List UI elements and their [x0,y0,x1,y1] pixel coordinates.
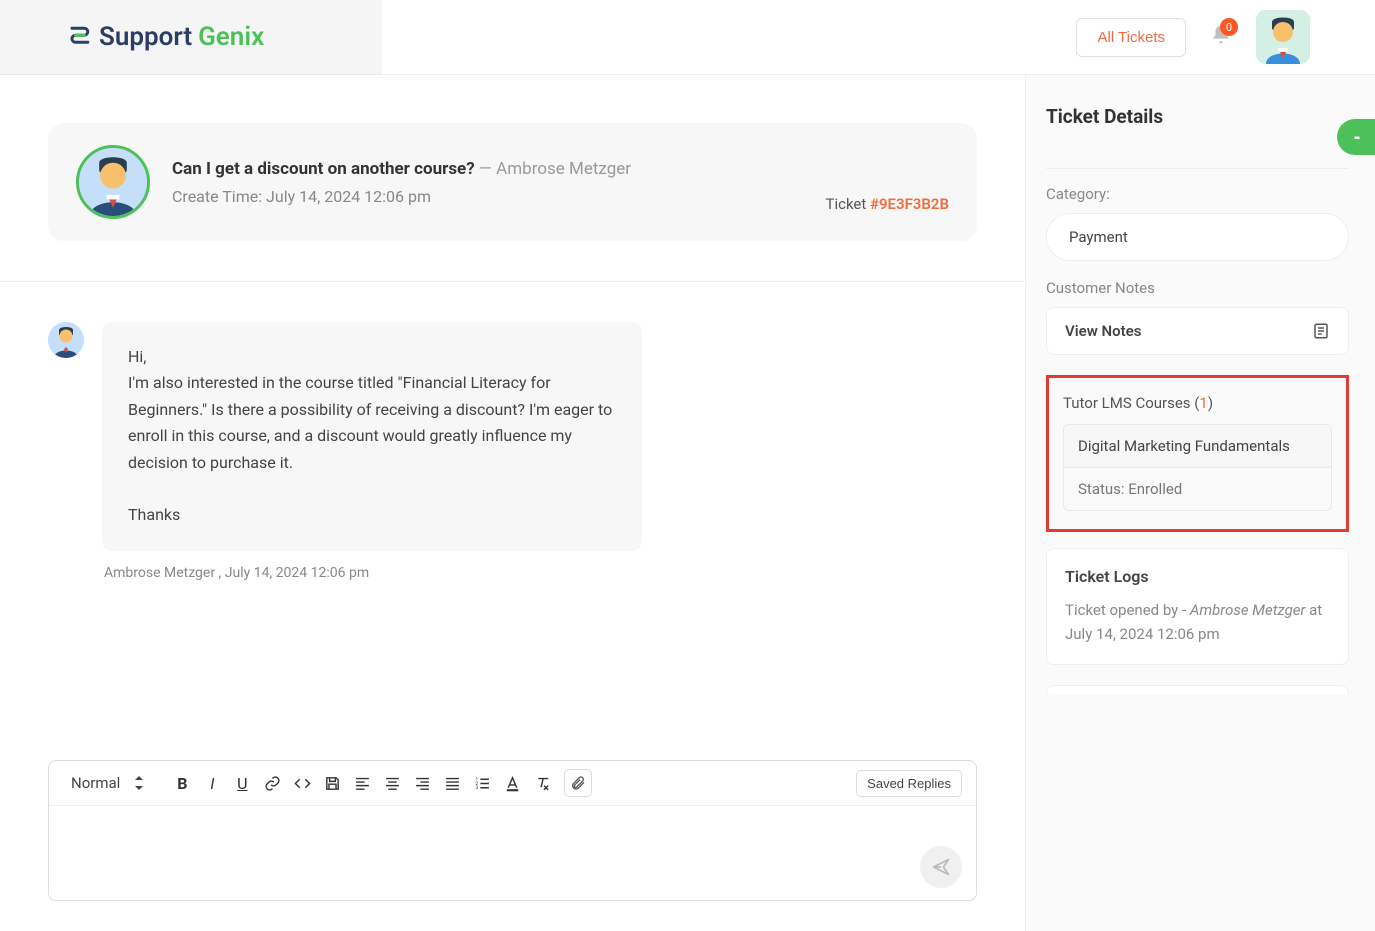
attachment-button[interactable] [564,769,592,797]
ordered-list-icon: 123 [474,775,491,792]
code-button[interactable] [290,771,314,795]
align-center-icon [384,775,401,792]
align-right-icon [414,775,431,792]
notifications-button[interactable]: 0 [1210,24,1232,50]
logo-text-genix: Genix [198,22,264,52]
lms-count: 1 [1199,394,1207,412]
align-left-icon [354,775,371,792]
ticket-content: Can I get a discount on another course? … [0,75,1025,931]
view-notes-button[interactable]: View Notes [1046,307,1349,355]
app-header: Support Genix All Tickets 0 [0,0,1375,75]
ticket-create-time-value: July 14, 2024 12:06 pm [266,187,431,206]
format-select-label: Normal [71,774,120,792]
reply-editor: Normal B I U [48,760,977,901]
align-justify-button[interactable] [440,771,464,795]
ordered-list-button[interactable]: 123 [470,771,494,795]
log-user: Ambrose Metzger [1190,601,1306,619]
avatar-icon [79,148,147,216]
log-entry: Ticket opened by - Ambrose Metzger at Ju… [1065,598,1330,646]
editor-toolbar: Normal B I U [49,761,976,806]
message-avatar [48,322,84,358]
ticket-logs-card: Ticket Logs Ticket opened by - Ambrose M… [1046,548,1349,665]
format-select[interactable]: Normal [63,770,152,796]
svg-text:3: 3 [475,785,478,791]
avatar-icon [48,322,84,358]
align-center-button[interactable] [380,771,404,795]
all-tickets-button[interactable]: All Tickets [1076,18,1186,57]
message-line-1: Hi, [128,344,616,370]
course-name[interactable]: Digital Marketing Fundamentals [1064,425,1331,468]
reply-input[interactable] [49,806,976,896]
message-line-3: Thanks [128,502,616,528]
ticket-create-time-label: Create Time: [172,187,262,206]
sidebar-scroll[interactable]: Category: Payment Customer Notes View No… [1046,168,1355,848]
course-status: Status: Enrolled [1064,468,1331,510]
notification-count-badge: 0 [1220,18,1238,36]
ticket-id-value: #9E3F3B2B [870,195,949,213]
message-row: Hi, I'm also interested in the course ti… [0,282,1025,551]
bold-button[interactable]: B [170,771,194,795]
category-label: Category: [1046,185,1349,203]
link-button[interactable] [260,771,284,795]
ticket-author-name: Ambrose Metzger [496,159,631,179]
app-logo[interactable]: Support Genix [65,22,264,52]
logo-text-support: Support [99,22,192,52]
align-left-button[interactable] [350,771,374,795]
avatar-icon [1256,10,1310,64]
log-prefix: Ticket opened by - [1065,601,1190,619]
saved-replies-button[interactable]: Saved Replies [856,770,962,797]
italic-button[interactable]: I [200,771,224,795]
save-button[interactable] [320,771,344,795]
header-right: All Tickets 0 [1076,10,1375,64]
text-color-button[interactable] [500,771,524,795]
lms-title: Tutor LMS Courses (1) [1063,394,1332,412]
ticket-details-sidebar: Ticket Details - Category: Payment Custo… [1025,75,1375,931]
ticket-header-card: Can I get a discount on another course? … [48,123,977,241]
underline-button[interactable]: U [230,771,254,795]
ticket-subject: Can I get a discount on another course? [172,159,475,179]
save-icon [324,775,341,792]
ticket-id-label: Ticket [826,195,871,213]
lms-label-suffix: ) [1208,394,1213,412]
caret-updown-icon [134,776,144,790]
align-justify-icon [444,775,461,792]
message-line-2: I'm also interested in the course titled… [128,370,616,476]
clear-format-icon [534,775,551,792]
ticket-author-avatar [76,145,150,219]
category-value[interactable]: Payment [1046,213,1349,261]
reply-area [49,806,976,900]
notes-icon [1312,322,1330,340]
paperclip-icon [570,775,586,791]
sidebar-title: Ticket Details [1046,105,1355,128]
customer-notes-label: Customer Notes [1046,279,1349,297]
tutor-lms-section-highlighted: Tutor LMS Courses (1) Digital Marketing … [1046,375,1349,532]
link-icon [264,775,281,792]
message-meta: Ambrose Metzger , July 14, 2024 12:06 pm [0,551,1025,581]
text-color-icon [504,775,521,792]
logo-area: Support Genix [0,0,382,75]
sidebar-collapse-button[interactable]: - [1337,119,1375,155]
clear-format-button[interactable] [530,771,554,795]
user-avatar[interactable] [1256,10,1310,64]
view-notes-label: View Notes [1065,322,1141,340]
send-button[interactable] [920,846,962,888]
message-body: Hi, I'm also interested in the course ti… [102,322,642,551]
logo-icon [65,23,93,51]
send-icon [931,857,951,877]
lms-label-prefix: Tutor LMS Courses ( [1063,394,1199,412]
ticket-author-separator: — [479,159,497,179]
code-icon [294,775,311,792]
sidebar-next-card-peek [1046,685,1349,695]
ticket-logs-title: Ticket Logs [1065,567,1330,586]
sidebar-partial-card [1046,168,1349,169]
course-card: Digital Marketing Fundamentals Status: E… [1063,424,1332,511]
align-right-button[interactable] [410,771,434,795]
